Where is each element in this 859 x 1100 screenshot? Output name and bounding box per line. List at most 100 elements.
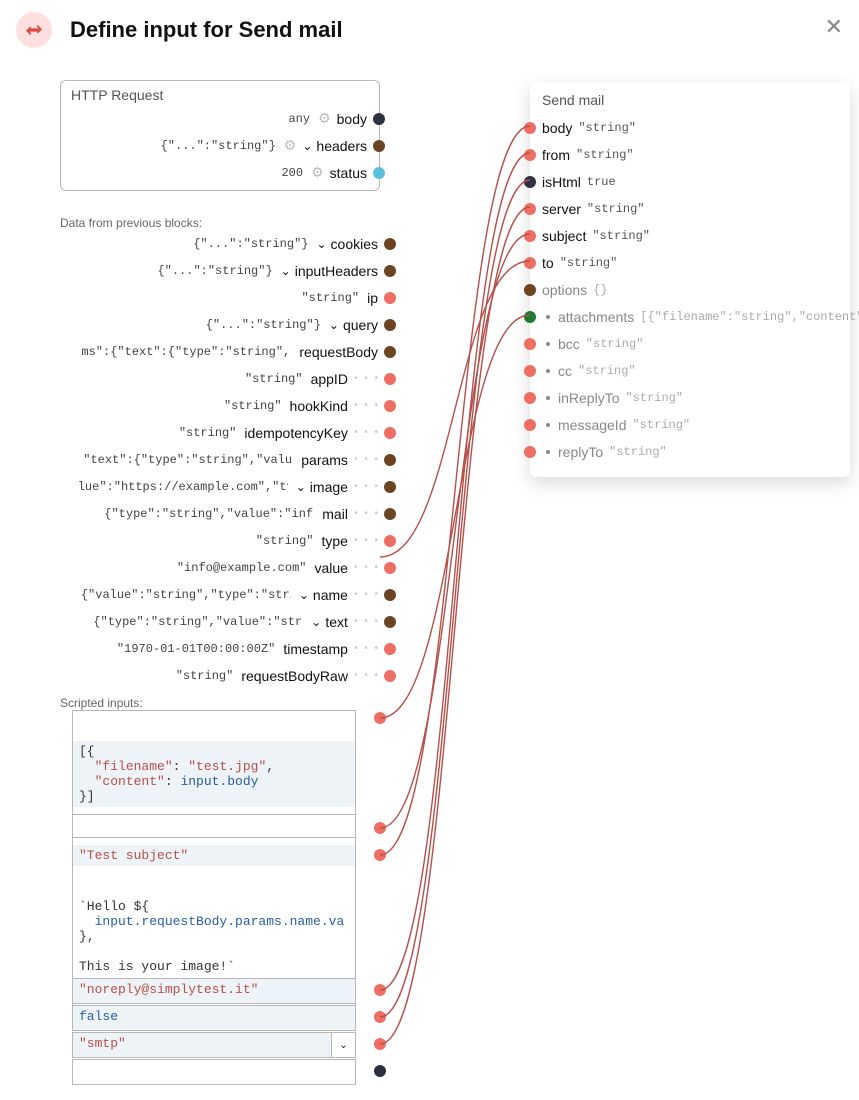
prev-output-value[interactable]: "info@example.com"value• • • — [60, 554, 380, 581]
target-input-replyTo[interactable]: replyTo"string" — [542, 438, 838, 465]
target-card: Send mail body"string"from"string"isHtml… — [530, 82, 850, 477]
output-port[interactable] — [373, 113, 385, 125]
prev-output-text[interactable]: {"type":"string","value":"string"}⌄text•… — [60, 608, 380, 635]
prev-output-type[interactable]: "string"type• • • — [60, 527, 380, 554]
scripted-input-server[interactable]: "smtp" — [72, 1032, 332, 1058]
port-field-empty[interactable] — [374, 1065, 386, 1077]
output-port[interactable] — [384, 427, 396, 439]
target-input-from[interactable]: from"string" — [542, 141, 838, 168]
prev-output-requestBody[interactable]: ms":{"text":{"type":"string","valureques… — [60, 338, 380, 365]
source-card: HTTP Request any⚙body{"...":"string"}⚙⌄h… — [60, 80, 380, 191]
swap-icon — [16, 12, 52, 48]
scripted-input-from[interactable]: "noreply@simplytest.it" — [72, 978, 356, 1004]
section-previous-label: Data from previous blocks: — [60, 216, 202, 230]
target-input-options[interactable]: options{} — [542, 276, 838, 303]
close-icon[interactable]: ✕ — [825, 14, 843, 40]
chevron-down-icon[interactable]: ⌄ — [329, 318, 339, 332]
prev-output-query[interactable]: {"...":"string"}⌄query — [60, 311, 380, 338]
prev-output-params[interactable]: "text":{"type":"string","value":"stringp… — [60, 446, 380, 473]
output-port[interactable] — [384, 238, 396, 250]
prev-output-inputHeaders[interactable]: {"...":"string"}⌄inputHeaders — [60, 257, 380, 284]
target-input-cc[interactable]: cc"string" — [542, 357, 838, 384]
output-port[interactable] — [373, 167, 385, 179]
target-input-inReplyTo[interactable]: inReplyTo"string" — [542, 384, 838, 411]
dialog-title: Define input for Send mail — [70, 17, 343, 43]
prev-output-appID[interactable]: "string"appID• • • — [60, 365, 380, 392]
port-field-server[interactable] — [374, 1038, 386, 1050]
gear-icon[interactable]: ⚙ — [311, 164, 324, 181]
port-scripted-body[interactable] — [374, 849, 386, 861]
port-field-ishtml[interactable] — [374, 1011, 386, 1023]
output-port[interactable] — [384, 400, 396, 412]
output-port[interactable] — [384, 265, 396, 277]
output-port[interactable] — [384, 319, 396, 331]
prev-output-timestamp[interactable]: "1970-01-01T00:00:00Z"timestamp• • • — [60, 635, 380, 662]
target-input-messageId[interactable]: messageId"string" — [542, 411, 838, 438]
chevron-down-icon[interactable]: ⌄ — [281, 264, 291, 278]
source-output-status[interactable]: 200⚙status — [71, 159, 369, 186]
source-output-headers[interactable]: {"...":"string"}⚙⌄headers — [71, 132, 369, 159]
output-port[interactable] — [384, 292, 396, 304]
output-port[interactable] — [384, 373, 396, 385]
target-input-bcc[interactable]: bcc"string" — [542, 330, 838, 357]
output-port[interactable] — [384, 454, 396, 466]
input-port[interactable] — [524, 392, 536, 404]
target-input-server[interactable]: server"string" — [542, 195, 838, 222]
output-port[interactable] — [384, 346, 396, 358]
input-port[interactable] — [524, 311, 536, 323]
input-port[interactable] — [524, 338, 536, 350]
input-port[interactable] — [524, 176, 536, 188]
target-input-isHtml[interactable]: isHtmltrue — [542, 168, 838, 195]
target-input-attachments[interactable]: attachments[{"filename":"string","conten… — [542, 303, 838, 330]
port-scripted-subject[interactable] — [374, 822, 386, 834]
mapping-canvas: HTTP Request any⚙body{"...":"string"}⚙⌄h… — [0, 60, 859, 1100]
output-port[interactable] — [384, 562, 396, 574]
prev-output-hookKind[interactable]: "string"hookKind• • • — [60, 392, 380, 419]
port-scripted-attachments[interactable] — [374, 712, 386, 724]
input-port[interactable] — [524, 257, 536, 269]
output-port[interactable] — [384, 508, 396, 520]
dialog-header: Define input for Send mail ✕ — [0, 0, 859, 60]
server-dropdown-button[interactable]: ⌄ — [332, 1032, 356, 1058]
input-port[interactable] — [524, 122, 536, 134]
prev-output-requestBodyRaw[interactable]: "string"requestBodyRaw• • • — [60, 662, 380, 689]
output-port[interactable] — [384, 589, 396, 601]
gear-icon[interactable]: ⚙ — [284, 137, 297, 154]
prev-output-idempotencyKey[interactable]: "string"idempotencyKey• • • — [60, 419, 380, 446]
input-port[interactable] — [524, 446, 536, 458]
input-port[interactable] — [524, 419, 536, 431]
section-scripted-label: Scripted inputs: — [60, 696, 143, 710]
port-field-from[interactable] — [374, 984, 386, 996]
gear-icon[interactable]: ⚙ — [318, 110, 331, 127]
target-input-to[interactable]: to"string" — [542, 249, 838, 276]
output-port[interactable] — [384, 535, 396, 547]
chevron-down-icon[interactable]: ⌄ — [296, 480, 306, 494]
output-port[interactable] — [373, 140, 385, 152]
previous-data-rows: {"...":"string"}⌄cookies{"...":"string"}… — [60, 230, 380, 689]
target-input-subject[interactable]: subject"string" — [542, 222, 838, 249]
prev-output-name[interactable]: {"value":"string","type":"string"}⌄name•… — [60, 581, 380, 608]
input-port[interactable] — [524, 203, 536, 215]
input-port[interactable] — [524, 230, 536, 242]
input-port[interactable] — [524, 284, 536, 296]
scripted-input-empty[interactable] — [72, 1059, 356, 1085]
chevron-down-icon[interactable]: ⌄ — [299, 588, 309, 602]
scripted-input-ishtml[interactable]: false — [72, 1005, 356, 1031]
output-port[interactable] — [384, 616, 396, 628]
prev-output-ip[interactable]: "string"ip — [60, 284, 380, 311]
prev-output-cookies[interactable]: {"...":"string"}⌄cookies — [60, 230, 380, 257]
chevron-down-icon[interactable]: ⌄ — [316, 237, 326, 251]
input-port[interactable] — [524, 149, 536, 161]
output-port[interactable] — [384, 481, 396, 493]
input-port[interactable] — [524, 365, 536, 377]
source-output-body[interactable]: any⚙body — [71, 105, 369, 132]
source-card-title: HTTP Request — [71, 87, 369, 103]
output-port[interactable] — [384, 670, 396, 682]
output-port[interactable] — [384, 643, 396, 655]
chevron-down-icon[interactable]: ⌄ — [311, 615, 321, 629]
target-input-body[interactable]: body"string" — [542, 114, 838, 141]
prev-output-image[interactable]: lue":"https://example.com","type":"s⌄ima… — [60, 473, 380, 500]
target-card-title: Send mail — [542, 92, 838, 108]
chevron-down-icon[interactable]: ⌄ — [302, 139, 312, 153]
prev-output-mail[interactable]: {"type":"string","value":"info@example.c… — [60, 500, 380, 527]
